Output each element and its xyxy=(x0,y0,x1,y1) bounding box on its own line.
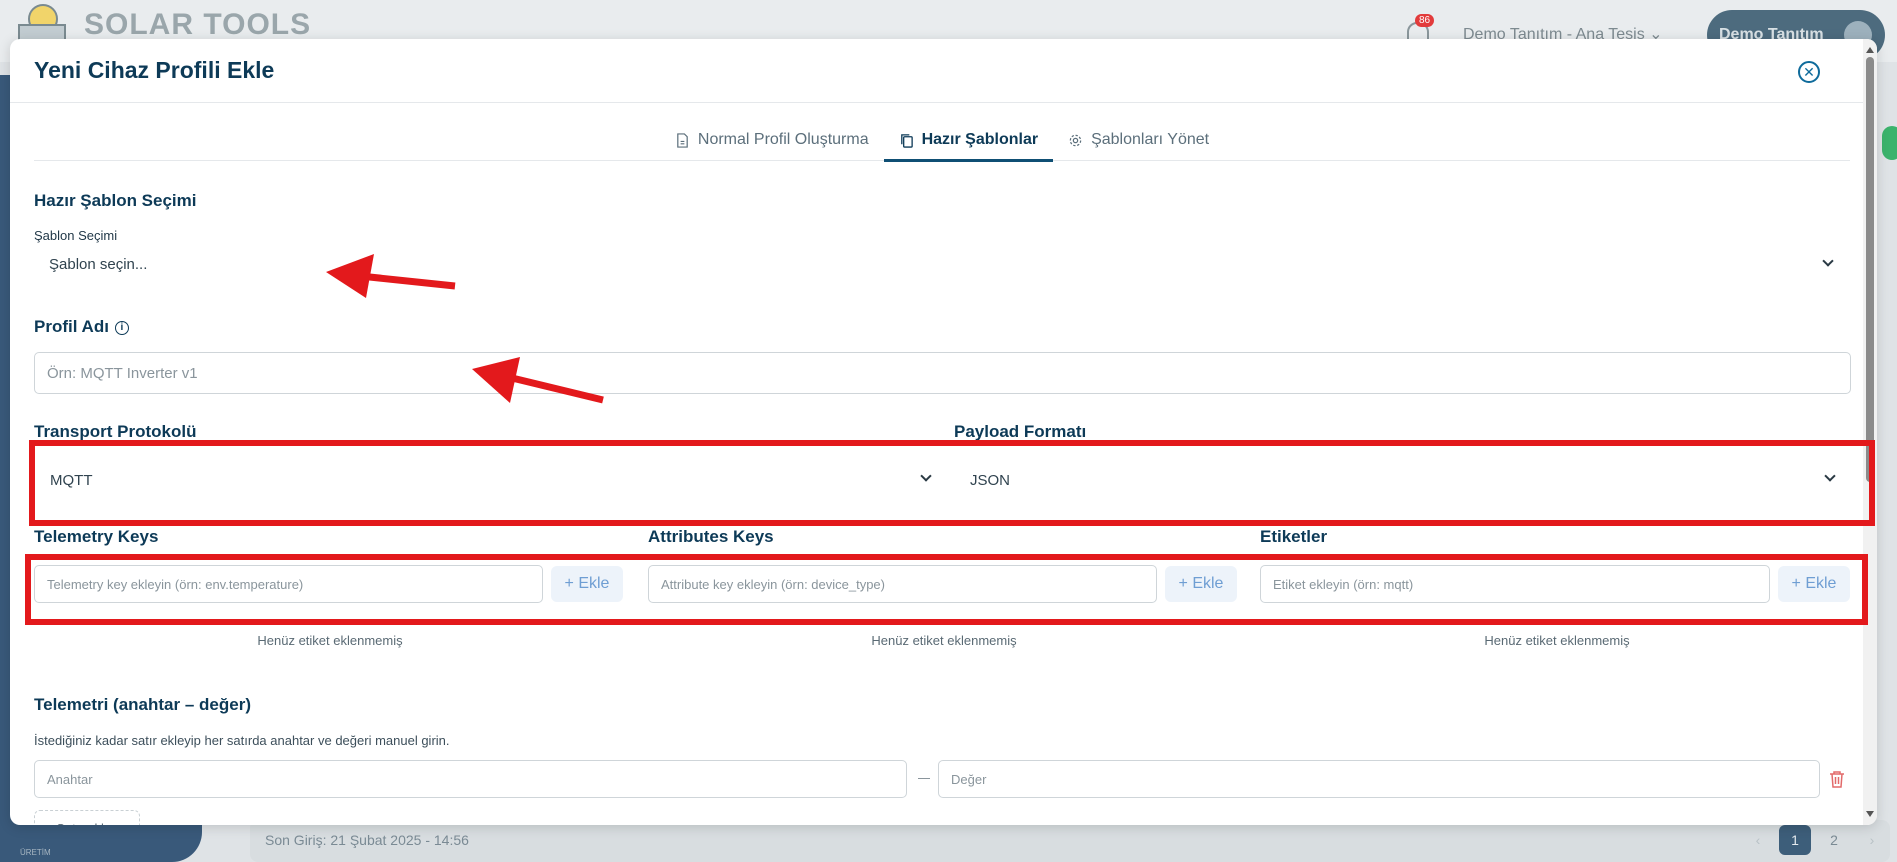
info-icon[interactable]: i xyxy=(114,320,129,335)
tab-ready-templates[interactable]: Hazır Şablonlar xyxy=(883,119,1054,162)
file-icon xyxy=(677,132,688,148)
telemetry-key-field-placeholder: Anahtar xyxy=(47,771,93,787)
floating-action-button[interactable] xyxy=(1882,126,1897,160)
scroll-down-icon[interactable] xyxy=(1866,811,1874,817)
logo-text: SOLAR TOOLS xyxy=(84,8,312,41)
template-section-title: Hazır Şablon Seçimi xyxy=(34,191,197,210)
template-select-label: Şablon Seçimi xyxy=(34,228,118,243)
pagination-page-2[interactable]: 2 xyxy=(1820,825,1848,855)
modal-header: Yeni Cihaz Profili Ekle ✕ xyxy=(10,39,1877,103)
add-device-profile-modal: Yeni Cihaz Profili Ekle ✕ Normal Profil … xyxy=(10,39,1877,825)
add-row-button[interactable]: + Satır ekle xyxy=(34,810,140,825)
telemetry-keys-empty: Henüz etiket eklenmemiş xyxy=(257,633,403,648)
template-select[interactable]: Şablon seçin... xyxy=(34,246,1850,282)
pagination-next-button[interactable]: › xyxy=(1862,825,1882,855)
tags-empty: Henüz etiket eklenmemiş xyxy=(1484,633,1630,648)
pagination-prev-button[interactable]: ‹ xyxy=(1748,825,1768,855)
transport-label: Transport Protokolü xyxy=(34,422,197,441)
modal-tabs: Normal Profil Oluşturma Hazır Şablonlar … xyxy=(34,119,1850,162)
kv-separator xyxy=(918,778,930,779)
attributes-keys-empty: Henüz etiket eklenmemiş xyxy=(871,633,1017,648)
telemetry-value-field-placeholder: Değer xyxy=(951,771,987,787)
attributes-keys-label: Attributes Keys xyxy=(648,527,774,546)
trash-icon[interactable] xyxy=(1828,769,1846,789)
tab-label: Şablonları Yönet xyxy=(1091,131,1210,148)
telemetry-keys-label: Telemetry Keys xyxy=(34,527,159,546)
telemetry-kv-description: İstediğiniz kadar satır ekleyip her satı… xyxy=(34,733,450,748)
sidebar-footer-text: ÜRETİM xyxy=(20,848,51,857)
app-footer xyxy=(250,820,1890,862)
notification-badge: 86 xyxy=(1415,14,1435,27)
telemetry-kv-title: Telemetri (anahtar – değer) xyxy=(34,695,251,714)
tab-label: Normal Profil Oluşturma xyxy=(697,131,869,148)
modal-scrollbar[interactable] xyxy=(1863,39,1877,825)
annotation-box-transport-payload xyxy=(29,440,1875,526)
scroll-thumb[interactable] xyxy=(1866,57,1874,482)
pagination-page-1[interactable]: 1 xyxy=(1779,825,1811,855)
profile-name-placeholder: Örn: MQTT Inverter v1 xyxy=(47,364,198,382)
annotation-arrow-icon xyxy=(472,357,604,404)
profile-name-label-text: Profil Adı xyxy=(34,317,109,336)
last-login-text: Son Giriş: 21 Şubat 2025 - 14:56 xyxy=(265,832,469,848)
tab-manage-templates[interactable]: Şablonları Yönet xyxy=(1053,119,1224,161)
telemetry-value-field[interactable]: Değer xyxy=(938,760,1820,798)
modal-title: Yeni Cihaz Profili Ekle xyxy=(34,57,275,83)
gear-icon xyxy=(1069,134,1082,146)
tab-normal-profile[interactable]: Normal Profil Oluşturma xyxy=(660,119,884,161)
profile-name-label: Profil Adı i xyxy=(34,317,129,337)
payload-label: Payload Formatı xyxy=(954,422,1087,441)
copy-icon xyxy=(900,133,913,148)
chevron-down-icon xyxy=(1822,255,1834,267)
scroll-up-icon[interactable] xyxy=(1866,47,1874,53)
tab-label: Hazır Şablonlar xyxy=(921,131,1039,148)
annotation-box-keys xyxy=(25,554,1868,625)
tags-label: Etiketler xyxy=(1260,527,1328,546)
profile-name-input[interactable]: Örn: MQTT Inverter v1 xyxy=(34,352,1851,394)
annotation-arrow-icon xyxy=(326,254,456,298)
close-icon[interactable]: ✕ xyxy=(1798,61,1820,83)
telemetry-key-field[interactable]: Anahtar xyxy=(34,760,907,798)
template-select-value: Şablon seçin... xyxy=(49,255,148,273)
